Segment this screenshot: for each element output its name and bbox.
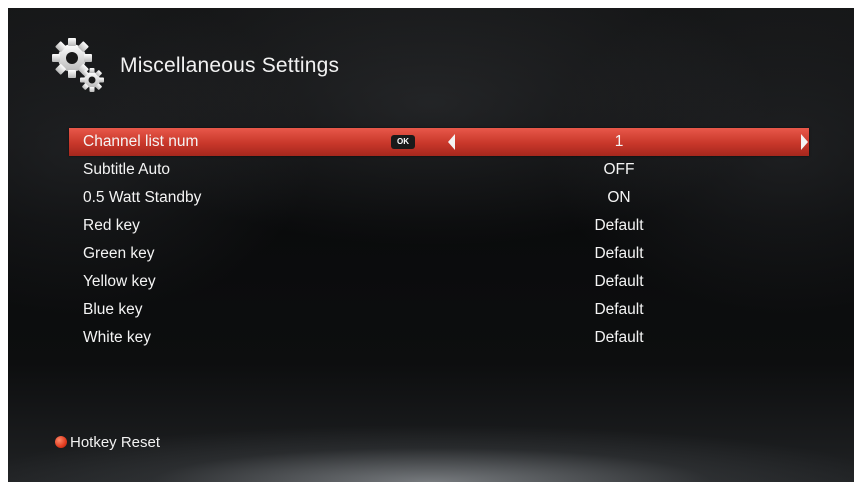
settings-screen: Miscellaneous Settings Channel list num … [8,8,854,482]
red-button-icon [55,436,67,448]
menu-item-value: ON [607,189,631,206]
menu-item-label: White key [83,329,152,346]
menu-item-value: Default [594,217,644,234]
menu-item-channel-list-num[interactable]: Channel list num OK 1 [69,128,809,156]
ok-badge: OK [391,135,415,149]
hotkey-reset-hint[interactable]: Hotkey Reset [55,433,160,453]
menu-item-label: Yellow key [83,273,156,290]
page-title: Miscellaneous Settings [120,54,340,77]
menu-item-red-key[interactable]: Red key Default [69,212,809,240]
menu-item-label: Blue key [83,301,143,318]
menu-item-standby[interactable]: 0.5 Watt Standby ON [69,184,809,212]
menu-item-value: Default [594,273,644,290]
menu-item-label: 0.5 Watt Standby [83,189,202,206]
menu-item-value: Default [594,329,644,346]
menu-item-label: Red key [83,217,140,234]
menu-item-label: Subtitle Auto [83,161,171,178]
menu-item-yellow-key[interactable]: Yellow key Default [69,268,809,296]
menu-item-value: Default [594,301,644,318]
gears-icon [52,38,104,92]
settings-menu: Channel list num OK 1 Subtitle Auto OFF … [69,128,809,352]
menu-item-label: Channel list num [83,133,199,150]
arrow-left-icon[interactable] [445,132,457,152]
menu-item-value: OFF [603,161,635,178]
menu-item-label: Green key [83,245,155,262]
hotkey-reset-label: Hotkey Reset [70,434,161,451]
menu-item-value: 1 [614,133,624,150]
menu-item-white-key[interactable]: White key Default [69,324,809,352]
menu-item-green-key[interactable]: Green key Default [69,240,809,268]
menu-item-subtitle-auto[interactable]: Subtitle Auto OFF [69,156,809,184]
menu-item-value: Default [594,245,644,262]
menu-item-blue-key[interactable]: Blue key Default [69,296,809,324]
arrow-right-icon[interactable] [799,132,811,152]
